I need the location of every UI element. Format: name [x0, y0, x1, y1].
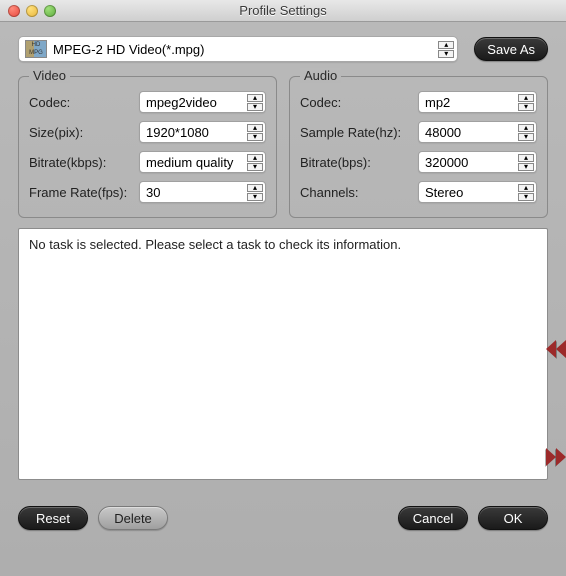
- titlebar: Profile Settings: [0, 0, 566, 22]
- video-size-select[interactable]: 1920*1080 ▴▾: [139, 121, 266, 143]
- stepper-icon: ▴▾: [518, 184, 534, 201]
- video-codec-select[interactable]: mpeg2video ▴▾: [139, 91, 266, 113]
- profile-format-icon: HDMPG: [25, 40, 47, 58]
- audio-rate-select[interactable]: 48000 ▴▾: [418, 121, 537, 143]
- video-bitrate-select[interactable]: medium quality ▴▾: [139, 151, 266, 173]
- stepper-icon: ▴▾: [247, 154, 263, 171]
- stepper-icon: ▴▾: [247, 94, 263, 111]
- video-legend: Video: [29, 68, 70, 83]
- video-bitrate-label: Bitrate(kbps):: [29, 155, 139, 170]
- delete-button[interactable]: Delete: [98, 506, 168, 530]
- audio-bitrate-select[interactable]: 320000 ▴▾: [418, 151, 537, 173]
- save-as-button[interactable]: Save As: [474, 37, 548, 61]
- prev-button[interactable]: [546, 340, 566, 358]
- audio-channels-label: Channels:: [300, 185, 418, 200]
- audio-codec-select[interactable]: mp2 ▴▾: [418, 91, 537, 113]
- stepper-icon: ▴▾: [247, 184, 263, 201]
- profile-select[interactable]: HDMPG MPEG-2 HD Video(*.mpg) ▴▾: [18, 36, 458, 62]
- audio-rate-label: Sample Rate(hz):: [300, 125, 418, 140]
- stepper-icon: ▴▾: [518, 154, 534, 171]
- audio-codec-label: Codec:: [300, 95, 418, 110]
- video-size-label: Size(pix):: [29, 125, 139, 140]
- video-fps-label: Frame Rate(fps):: [29, 185, 139, 200]
- stepper-icon: ▴▾: [518, 94, 534, 111]
- audio-bitrate-label: Bitrate(bps):: [300, 155, 418, 170]
- video-codec-label: Codec:: [29, 95, 139, 110]
- video-fps-select[interactable]: 30 ▴▾: [139, 181, 266, 203]
- reset-button[interactable]: Reset: [18, 506, 88, 530]
- audio-channels-select[interactable]: Stereo ▴▾: [418, 181, 537, 203]
- task-info-text: No task is selected. Please select a tas…: [29, 237, 401, 252]
- task-info-panel: No task is selected. Please select a tas…: [18, 228, 548, 480]
- chevron-right-icon: [546, 448, 556, 466]
- chevron-left-icon: [556, 340, 566, 358]
- ok-button[interactable]: OK: [478, 506, 548, 530]
- nav-arrows: [546, 340, 566, 466]
- audio-group: Audio Codec: mp2 ▴▾ Sample Rate(hz): 480…: [289, 76, 548, 218]
- stepper-icon: ▴▾: [247, 124, 263, 141]
- stepper-icon: ▴▾: [438, 41, 454, 58]
- window-title: Profile Settings: [0, 3, 566, 18]
- chevron-left-icon: [546, 340, 556, 358]
- stepper-icon: ▴▾: [518, 124, 534, 141]
- profile-select-value: MPEG-2 HD Video(*.mpg): [53, 42, 204, 57]
- chevron-right-icon: [556, 448, 566, 466]
- audio-legend: Audio: [300, 68, 341, 83]
- video-group: Video Codec: mpeg2video ▴▾ Size(pix): 19…: [18, 76, 277, 218]
- next-button[interactable]: [546, 448, 566, 466]
- cancel-button[interactable]: Cancel: [398, 506, 468, 530]
